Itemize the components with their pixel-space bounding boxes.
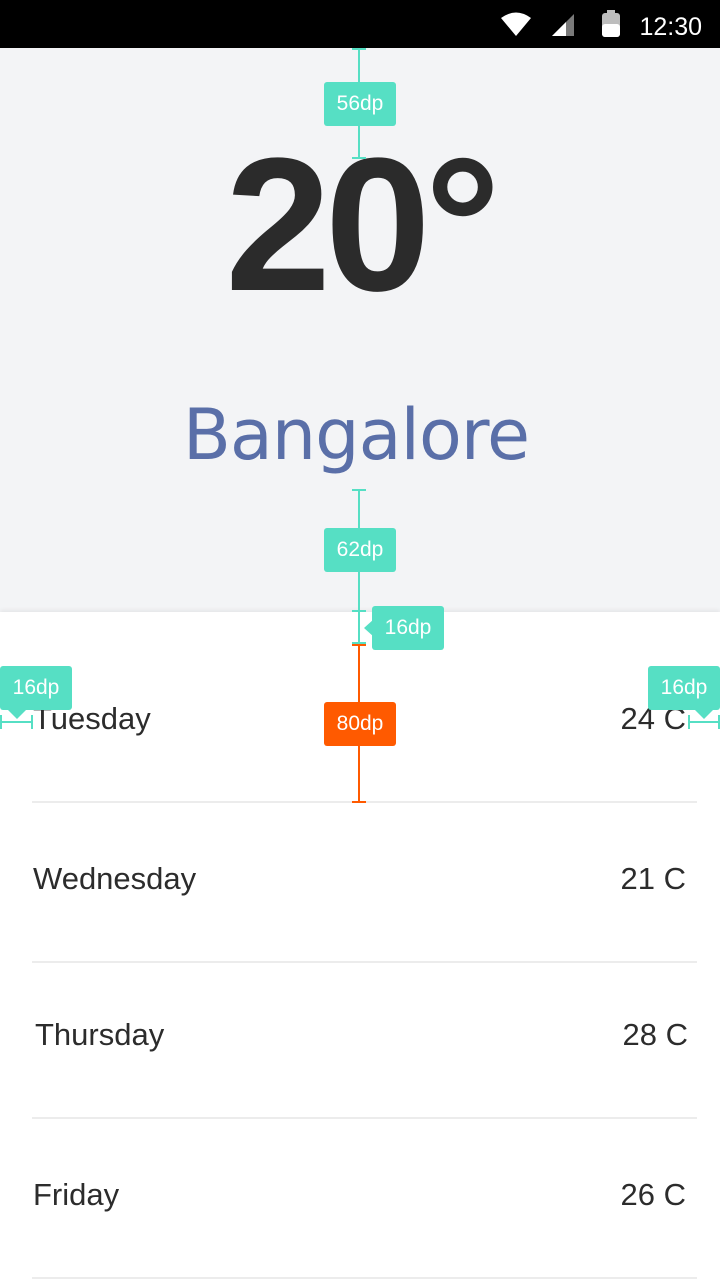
spec-line-left (0, 721, 32, 723)
forecast-row[interactable]: Thursday 28 C (0, 960, 720, 1120)
spec-cap (352, 48, 366, 50)
spec-cap (31, 715, 33, 729)
forecast-day: Friday (33, 1177, 120, 1212)
status-bar: 12:30 (0, 0, 720, 48)
battery-icon (602, 10, 620, 37)
cell-signal-icon (552, 14, 574, 36)
forecast-temp: 21 C (620, 861, 686, 896)
spec-pointer (8, 710, 26, 719)
forecast-row[interactable]: Friday 26 C (0, 1120, 720, 1280)
forecast-day: Thursday (35, 1017, 165, 1052)
city-name: Bangalore (182, 394, 530, 476)
spec-line-right (688, 721, 720, 723)
spec-line-list-top (358, 612, 360, 644)
spec-badge-top: 56dp (324, 82, 396, 126)
spec-pointer (695, 710, 713, 719)
spec-cap (352, 157, 366, 159)
spec-cap (352, 801, 366, 803)
spec-cap (352, 644, 366, 646)
row-divider (32, 1277, 697, 1279)
spec-badge-list-top: 16dp (372, 606, 444, 650)
spec-badge-right: 16dp (648, 666, 720, 710)
forecast-day: Wednesday (33, 861, 197, 896)
spec-badge-left: 16dp (0, 666, 72, 710)
spec-badge-bottom: 62dp (324, 528, 396, 572)
forecast-row[interactable]: Wednesday 21 C (0, 804, 720, 964)
forecast-temp: 26 C (620, 1177, 686, 1212)
spec-cap (352, 489, 366, 491)
weather-screen: 12:30 20° Bangalore Tuesday 24 C Wednesd… (0, 0, 720, 1280)
spec-badge-row-height: 80dp (324, 702, 396, 746)
forecast-temp: 28 C (622, 1017, 688, 1052)
spec-cap (688, 715, 690, 729)
spec-cap (0, 715, 2, 729)
row-divider (32, 1117, 697, 1119)
status-time: 12:30 (639, 13, 702, 41)
wifi-icon (501, 12, 531, 36)
